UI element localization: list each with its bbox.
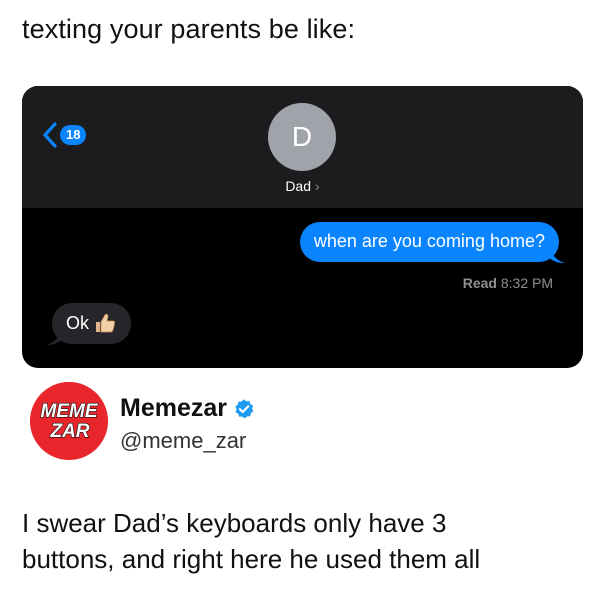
thumbs-up-icon — [96, 313, 116, 333]
chevron-left-icon — [43, 122, 57, 148]
account-handle[interactable]: @meme_zar — [120, 428, 246, 454]
read-receipt: Read 8:32 PM — [463, 275, 553, 291]
read-label: Read — [462, 275, 497, 291]
sent-message-bubble[interactable]: when are you coming home? — [299, 222, 559, 262]
logo-line-2: ZAR — [49, 421, 89, 442]
received-message-bubble[interactable]: Ok — [52, 303, 132, 344]
account-name[interactable]: Memezar — [120, 394, 255, 423]
tweet-text-line-1: I swear Dad’s keyboards only have 3 — [22, 508, 447, 538]
verified-badge-icon — [235, 398, 254, 418]
memezar-logo: MEME ZAR — [30, 382, 108, 460]
contact-name-button[interactable]: Dad › — [22, 178, 583, 194]
conversation-header: 18 D Dad › — [22, 86, 583, 208]
messages-screenshot: 18 D Dad › when are you coming home? Read… — [22, 86, 583, 368]
account-avatar[interactable]: MEME ZAR — [30, 382, 108, 460]
logo-line-1: MEME — [41, 401, 99, 422]
display-name: Memezar — [120, 394, 227, 422]
tweet-text-line-2: buttons, and right here he used them all — [22, 544, 481, 574]
back-button[interactable]: 18 — [42, 122, 87, 148]
meme-caption: texting your parents be like: — [22, 14, 356, 44]
contact-avatar[interactable]: D — [268, 103, 336, 171]
sent-bubble-tail — [549, 246, 565, 263]
read-time: 8:32 PM — [500, 275, 553, 291]
received-message-text: Ok — [66, 312, 90, 333]
unread-count-badge: 18 — [60, 125, 87, 145]
chevron-right-icon: › — [315, 178, 320, 194]
tweet-text: I swear Dad’s keyboards only have 3 butt… — [22, 505, 582, 577]
contact-name: Dad — [285, 178, 311, 194]
